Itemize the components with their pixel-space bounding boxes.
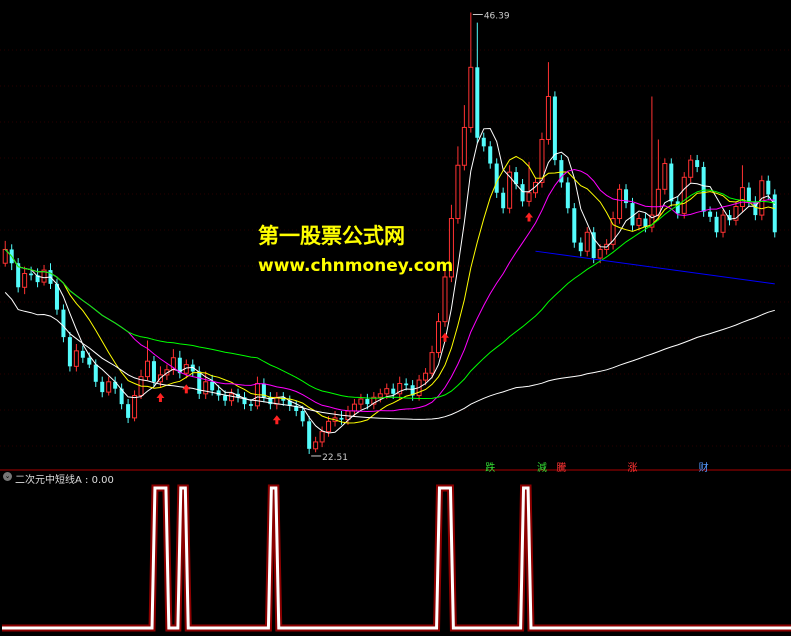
candle-body-down (552, 96, 557, 161)
candle-body-up (526, 192, 532, 202)
candle-body-up (319, 431, 325, 443)
candle-body-down (404, 383, 409, 386)
candle-body-down (80, 350, 85, 358)
candle-body-down (339, 417, 344, 420)
candle-body-down (391, 388, 396, 394)
candle-body-up (384, 388, 390, 395)
candle-body-up (351, 403, 357, 412)
candle-body-down (708, 211, 713, 217)
signal-label: 财 (698, 463, 709, 474)
candle-body-down (93, 364, 98, 382)
candle-body-down (488, 146, 493, 164)
candle-body-down (223, 395, 228, 401)
candle-body-down (766, 180, 771, 195)
candle-body-down (307, 421, 312, 449)
candle-body-down (475, 67, 480, 138)
indicator-line-shadow (2, 484, 791, 632)
candle-body-up (662, 163, 668, 190)
candle-body-up (455, 164, 461, 220)
candle-body-down (494, 163, 499, 193)
indicator-panel (2, 484, 791, 632)
indicator-label: 二次元中短线A : 0.00 (15, 471, 114, 486)
candle-body-down (151, 361, 156, 382)
candle-body-down (520, 184, 525, 202)
ma5-line (4, 127, 776, 434)
candle-body-down (61, 309, 66, 338)
candle-body-down (669, 163, 674, 202)
candle-body-up (106, 381, 112, 393)
candle-body-down (630, 203, 635, 226)
candle-body-down (675, 201, 680, 214)
candle-body-down (248, 404, 253, 406)
moving-average-lines (4, 127, 776, 434)
candle-body-up (720, 214, 726, 233)
candle-body-down (300, 411, 305, 422)
candle-body-down (481, 137, 486, 147)
signal-label: 涨 (627, 463, 638, 474)
candle-body-down (565, 182, 570, 209)
candle-body-down (126, 404, 131, 418)
signal-label: 騰 (556, 463, 567, 474)
indicator-separator: : (81, 475, 92, 486)
signal-label: 減 (536, 463, 547, 474)
trend-line (535, 250, 775, 285)
candle-body-up (584, 231, 590, 252)
candle-body-down (67, 337, 72, 367)
chart-stage: 46.39 22.51 (0, 11, 791, 632)
candle-body-up (597, 248, 603, 259)
buy-arrow-icon (156, 392, 165, 402)
candle-body-up (144, 360, 151, 378)
candle-body-up (423, 372, 429, 381)
candle-body-down (501, 192, 506, 209)
candle-body-up (377, 393, 383, 398)
candle-body-up (655, 188, 661, 216)
candle-body-up (435, 321, 442, 354)
candle-body-down (100, 381, 105, 393)
candle-body-up (739, 187, 745, 208)
candle-body-down (695, 160, 700, 167)
signal-label: 跌 (485, 463, 496, 474)
candle-body-up (203, 381, 209, 395)
buy-arrow-icon (182, 384, 191, 394)
candle-body-down (365, 398, 370, 405)
candle-body-up (468, 66, 474, 128)
candle-body-down (714, 216, 719, 233)
watermark-title: 第一股票公式网 (258, 224, 405, 248)
watermark-url: www.chnmoney.com (258, 256, 454, 276)
candle-body-down (746, 187, 751, 202)
candle-body-up (681, 176, 687, 214)
candle-body-down (701, 166, 706, 212)
candle-body-up (688, 159, 694, 178)
candle-body-down (29, 273, 34, 276)
candle-body-up (313, 441, 319, 450)
candle-body-up (132, 395, 138, 419)
candle-body-down (572, 208, 577, 243)
indicator-name: 二次元中短线A (15, 475, 82, 486)
candle-body-up (326, 420, 332, 433)
candle-body-up (358, 398, 364, 405)
candle-body-up (229, 393, 235, 402)
high-price-label: 46.39 (484, 11, 510, 21)
candle-body-up (429, 352, 435, 374)
candle-body-up (636, 218, 642, 226)
candle-body-up (461, 126, 467, 166)
candle-body-up (545, 96, 551, 140)
low-price-label: 22.51 (322, 453, 348, 463)
candle-body-up (442, 276, 448, 323)
buy-arrow-icon (525, 212, 534, 222)
indicator-line (2, 486, 791, 630)
buy-arrow-icon (272, 415, 281, 425)
indicator-header: ⌄ 二次元中短线A : 0.00 (0, 470, 791, 486)
indicator-value: 0.00 (91, 475, 114, 486)
candle-body-up (73, 350, 79, 367)
candle-body-down (210, 381, 215, 391)
candle-body-up (22, 273, 28, 288)
candle-body-down (87, 357, 92, 365)
collapse-toggle-icon[interactable]: ⌄ (3, 472, 12, 481)
candle-body-up (617, 188, 623, 220)
candle-body-down (578, 242, 583, 252)
buy-arrow-icon (440, 332, 449, 342)
